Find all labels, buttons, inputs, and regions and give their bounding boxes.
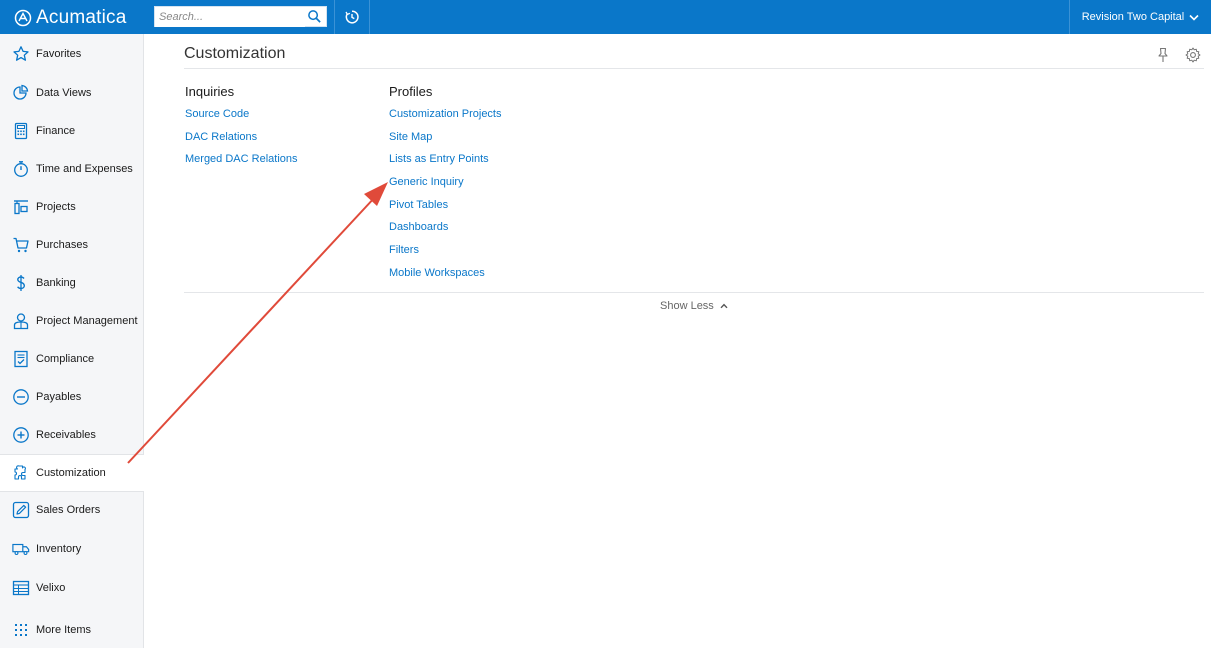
sidebar-item-velixo[interactable]: Velixo bbox=[0, 569, 144, 607]
sidebar-item-label: Data Views bbox=[36, 87, 92, 99]
main-content: Customization Inquiries Source Code DAC … bbox=[144, 34, 1211, 648]
sidebar-item-label: Favorites bbox=[36, 48, 82, 60]
link-customization-projects[interactable]: Customization Projects bbox=[389, 108, 502, 131]
company-name: Revision Two Capital bbox=[1081, 11, 1185, 23]
sidebar-item-customization[interactable]: Customization bbox=[0, 454, 144, 492]
dollar-icon bbox=[12, 274, 30, 292]
projects-icon bbox=[12, 198, 30, 216]
company-selector[interactable]: Revision Two Capital bbox=[1069, 0, 1211, 34]
link-dac-relations[interactable]: DAC Relations bbox=[185, 131, 298, 154]
sidebar-item-data-views[interactable]: Data Views bbox=[0, 74, 144, 112]
search-input[interactable] bbox=[155, 7, 305, 27]
top-bar: Acumatica Revision Two Capital bbox=[0, 0, 1211, 34]
inquiries-section: Inquiries Source Code DAC Relations Merg… bbox=[185, 84, 298, 176]
sidebar-item-label: Velixo bbox=[36, 582, 66, 594]
gear-icon[interactable] bbox=[1185, 47, 1201, 63]
search-box[interactable] bbox=[154, 6, 327, 27]
grid-dots-icon bbox=[12, 621, 30, 639]
sidebar-item-project-management[interactable]: Project Management bbox=[0, 302, 144, 340]
sidebar-item-time-and-expenses[interactable]: Time and Expenses bbox=[0, 150, 144, 188]
chevron-up-icon bbox=[720, 303, 728, 309]
acumatica-logo-icon bbox=[14, 9, 32, 27]
sidebar-item-banking[interactable]: Banking bbox=[0, 264, 144, 302]
link-pivot-tables[interactable]: Pivot Tables bbox=[389, 199, 502, 222]
sidebar-item-compliance[interactable]: Compliance bbox=[0, 340, 144, 378]
link-source-code[interactable]: Source Code bbox=[185, 108, 298, 131]
acumatica-logo[interactable]: Acumatica bbox=[14, 6, 127, 30]
sidebar-item-payables[interactable]: Payables bbox=[0, 378, 144, 416]
show-less-label: Show Less bbox=[660, 300, 714, 312]
sidebar-item-label: Receivables bbox=[36, 429, 96, 441]
sidebar-item-label: Time and Expenses bbox=[36, 163, 133, 175]
sidebar-item-label: Compliance bbox=[36, 353, 95, 365]
sidebar-item-label: More Items bbox=[36, 624, 92, 636]
pie-chart-icon bbox=[12, 84, 30, 102]
sidebar-item-finance[interactable]: Finance bbox=[0, 112, 144, 150]
sidebar-item-more-items[interactable]: More Items bbox=[0, 611, 144, 649]
sidebar-item-label: Payables bbox=[36, 391, 82, 403]
stopwatch-icon bbox=[12, 160, 30, 178]
person-icon bbox=[12, 312, 30, 330]
page-title: Customization bbox=[184, 45, 286, 62]
profiles-section: Profiles Customization Projects Site Map… bbox=[389, 84, 502, 290]
sidebar-item-favorites[interactable]: Favorites bbox=[0, 35, 144, 73]
truck-icon bbox=[12, 540, 30, 558]
link-generic-inquiry[interactable]: Generic Inquiry bbox=[389, 176, 502, 199]
sidebar-item-label: Projects bbox=[36, 201, 76, 213]
pencil-icon bbox=[12, 501, 30, 519]
sidebar: Favorites Data Views Finance Time and Ex… bbox=[0, 34, 144, 648]
link-lists-as-entry-points[interactable]: Lists as Entry Points bbox=[389, 153, 502, 176]
calculator-icon bbox=[12, 122, 30, 140]
link-site-map[interactable]: Site Map bbox=[389, 131, 502, 154]
document-check-icon bbox=[12, 350, 30, 368]
recent-history-button[interactable] bbox=[334, 0, 370, 34]
history-icon bbox=[345, 10, 359, 24]
sidebar-item-label: Banking bbox=[36, 277, 76, 289]
sidebar-item-receivables[interactable]: Receivables bbox=[0, 416, 144, 454]
profiles-heading: Profiles bbox=[389, 84, 433, 99]
show-less-button[interactable]: Show Less bbox=[660, 300, 728, 312]
sidebar-item-purchases[interactable]: Purchases bbox=[0, 226, 144, 264]
link-filters[interactable]: Filters bbox=[389, 244, 502, 267]
chevron-down-icon bbox=[1189, 14, 1199, 21]
title-divider bbox=[184, 68, 1204, 69]
sidebar-item-projects[interactable]: Projects bbox=[0, 188, 144, 226]
minus-circle-icon bbox=[12, 388, 30, 406]
sidebar-item-sales-orders[interactable]: Sales Orders bbox=[0, 491, 144, 529]
link-dashboards[interactable]: Dashboards bbox=[389, 221, 502, 244]
brand-name: Acumatica bbox=[36, 7, 127, 28]
section-divider bbox=[184, 292, 1204, 293]
sidebar-item-label: Finance bbox=[36, 125, 76, 137]
puzzle-icon bbox=[12, 464, 30, 482]
sidebar-item-label: Customization bbox=[36, 467, 106, 479]
search-icon[interactable] bbox=[307, 9, 322, 24]
link-merged-dac-relations[interactable]: Merged DAC Relations bbox=[185, 153, 298, 176]
sidebar-item-inventory[interactable]: Inventory bbox=[0, 530, 144, 568]
sidebar-item-label: Sales Orders bbox=[36, 504, 101, 516]
plus-circle-icon bbox=[12, 426, 30, 444]
pin-icon[interactable] bbox=[1156, 47, 1170, 63]
cart-icon bbox=[12, 236, 30, 254]
link-mobile-workspaces[interactable]: Mobile Workspaces bbox=[389, 267, 502, 290]
sidebar-item-label: Project Management bbox=[36, 315, 138, 327]
star-icon bbox=[12, 45, 30, 63]
sidebar-item-label: Purchases bbox=[36, 239, 88, 251]
inquiries-heading: Inquiries bbox=[185, 84, 235, 99]
sidebar-item-label: Inventory bbox=[36, 543, 82, 555]
spreadsheet-icon bbox=[12, 579, 30, 597]
